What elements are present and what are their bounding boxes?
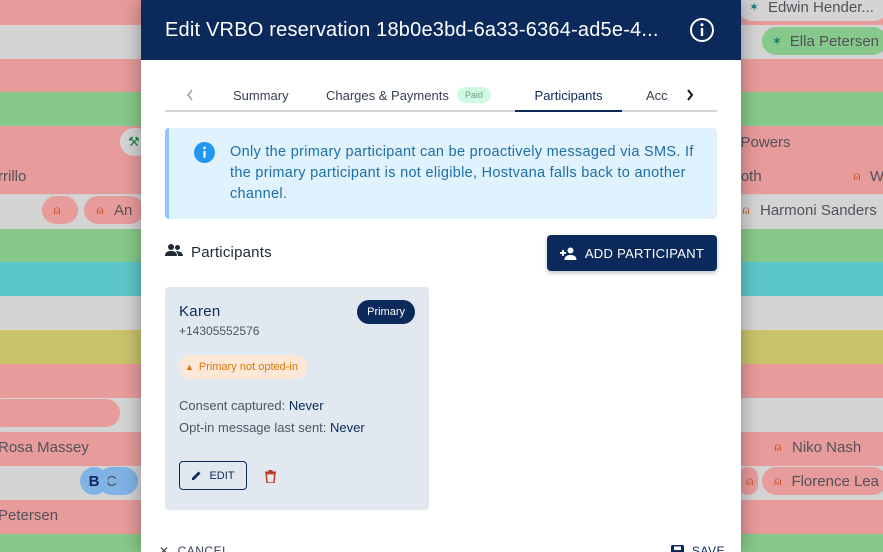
reservation-pill[interactable]: ✶ Ella Petersen — [762, 27, 883, 55]
reservation-guest-name: Ella Petersen — [789, 32, 879, 50]
reservation-pill[interactable]: rrillo — [0, 162, 120, 190]
booking-source-icon: ✶ — [771, 34, 782, 48]
booking-source-icon: ✶ — [748, 0, 760, 14]
reservation-guest-name: An — [114, 201, 133, 219]
add-participant-label: ADD PARTICIPANT — [584, 245, 705, 261]
chevron-left-icon[interactable] — [185, 80, 195, 110]
reservation-pill[interactable] — [0, 399, 120, 427]
edit-participant-button[interactable]: EDIT — [179, 461, 247, 490]
participant-phone: +14305552576 — [179, 324, 260, 338]
tab-participants[interactable]: Participants — [515, 80, 622, 112]
reservation-pill[interactable]: ⍝ — [42, 196, 78, 224]
reservation-guest-name: Rosa Massey — [0, 438, 89, 456]
reservation-guest-name: W — [869, 167, 883, 185]
tab-accounting[interactable]: Acc — [646, 80, 668, 110]
tab-bar: Summary Charges & Payments Paid Particip… — [165, 80, 717, 112]
info-icon — [194, 142, 215, 168]
people-icon — [165, 243, 183, 262]
chevron-right-icon[interactable] — [685, 80, 695, 110]
optin-label: Opt-in message last sent: — [179, 420, 327, 435]
warning-icon: ▲ — [185, 362, 194, 372]
reservation-guest-name: rrillo — [0, 167, 27, 185]
booking-source-icon: ⍝ — [96, 202, 104, 217]
participant-name: Karen — [179, 303, 221, 320]
consent-value: Never — [288, 398, 324, 413]
reservation-pill[interactable]: ⍝ Florence Lea — [762, 467, 883, 495]
reservation-pill[interactable]: ⍝ — [738, 467, 758, 495]
booking-source-icon: ⍝ — [746, 473, 754, 488]
sms-info-alert: Only the primary participant can be proa… — [165, 128, 717, 219]
reservation-guest-name: Harmoni Sanders — [760, 201, 877, 219]
tab-summary[interactable]: Summary — [233, 80, 289, 110]
reservation-pill[interactable]: ⍝ Niko Nash — [762, 433, 883, 461]
participants-title: Participants — [191, 244, 272, 261]
booking-source-icon: ⍝ — [774, 439, 782, 454]
booking-source-icon: ⍝ — [853, 168, 861, 183]
consent-label: Consent captured: — [179, 398, 286, 413]
tab-charges-label: Charges & Payments — [326, 87, 449, 103]
alert-message: Only the primary participant can be proa… — [230, 144, 694, 202]
info-circle-icon[interactable] — [689, 17, 715, 43]
trash-icon[interactable] — [261, 466, 279, 486]
reservation-guest-name: Edwin Hender... — [768, 0, 874, 16]
reservation-guest-name: Niko Nash — [792, 438, 862, 456]
participant-card: Karen +14305552576 Primary ▲ Primary not… — [165, 287, 429, 510]
cancel-button[interactable]: ✕ CANCEL — [159, 544, 229, 552]
edit-label: EDIT — [209, 469, 235, 482]
reservation-pill[interactable]: Petersen — [0, 501, 78, 529]
cancel-label: CANCEL — [177, 544, 230, 552]
save-button[interactable]: SAVE — [670, 544, 725, 552]
reservation-guest-name: Florence Lea — [791, 472, 879, 490]
close-icon: ✕ — [159, 544, 170, 552]
tab-charges-payments[interactable]: Charges & Payments Paid — [326, 80, 491, 110]
dialog-header: Edit VRBO reservation 18b0e3bd-6a33-6364… — [141, 0, 741, 60]
reservation-pill[interactable]: Rosa Massey — [0, 433, 140, 461]
guest-avatar[interactable]: B — [80, 467, 108, 495]
primary-badge: Primary — [357, 300, 415, 324]
booking-source-icon: ⚒ — [128, 134, 140, 149]
booking-source-icon: ⍝ — [53, 202, 61, 217]
dialog-footer: ✕ CANCEL SAVE — [141, 540, 741, 552]
reservation-guest-name: Petersen — [0, 506, 59, 524]
person-add-icon — [559, 247, 577, 260]
add-participant-button[interactable]: ADD PARTICIPANT — [547, 235, 717, 271]
optin-status-label: Primary not opted-in — [198, 361, 298, 373]
reservation-pill[interactable]: ⍝ Harmoni Sanders — [730, 196, 883, 224]
optin-row: Opt-in message last sent: Never — [179, 420, 365, 435]
dialog-title: Edit VRBO reservation 18b0e3bd-6a33-6364… — [165, 18, 659, 41]
paid-badge: Paid — [456, 87, 491, 103]
save-icon — [670, 544, 684, 552]
save-label: SAVE — [691, 544, 725, 552]
reservation-pill[interactable]: ✶ Edwin Hender... — [738, 0, 883, 21]
consent-row: Consent captured: Never — [179, 398, 324, 413]
edit-reservation-dialog: Edit VRBO reservation 18b0e3bd-6a33-6364… — [141, 0, 741, 552]
pencil-icon — [191, 470, 202, 481]
reservation-pill[interactable]: ⍝ An — [84, 196, 144, 224]
reservation-pill[interactable]: h Powers — [720, 128, 883, 156]
reservation-pill[interactable]: ⍝ W — [842, 162, 883, 190]
booking-source-icon: ⍝ — [774, 473, 782, 488]
participants-section-header: Participants — [165, 243, 272, 262]
optin-status-chip: ▲ Primary not opted-in — [179, 355, 307, 379]
optin-value: Never — [330, 420, 365, 435]
